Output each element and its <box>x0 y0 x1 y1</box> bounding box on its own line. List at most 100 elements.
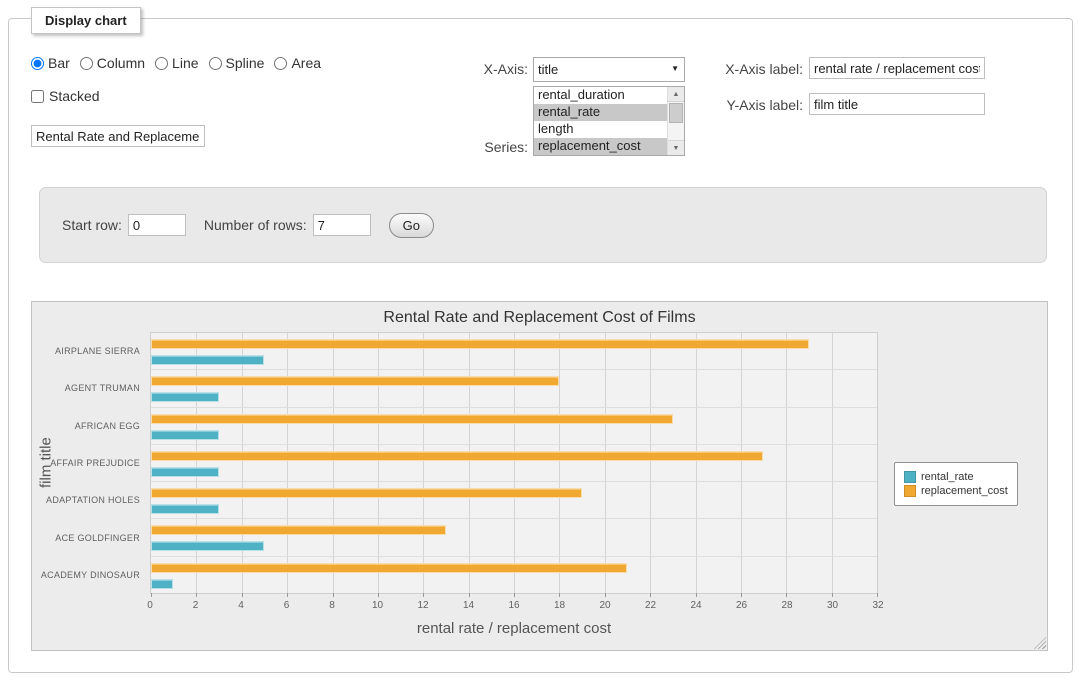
x-tick-mark <box>786 593 787 597</box>
x-tick-label: 10 <box>372 600 383 611</box>
x-tick-mark <box>423 593 424 597</box>
stacked-checkbox[interactable] <box>31 90 44 103</box>
row-range-panel: Start row: Number of rows: Go <box>39 187 1047 263</box>
bar-rental_rate[interactable] <box>151 355 264 365</box>
x-tick-label: 24 <box>690 600 701 611</box>
legend-label: rental_rate <box>921 471 974 483</box>
series-listbox[interactable]: rental_durationrental_ratelengthreplacem… <box>533 86 685 156</box>
panel-legend: Display chart <box>31 7 141 34</box>
stacked-label: Stacked <box>49 88 100 104</box>
chart-type-bar[interactable]: Bar <box>31 55 70 71</box>
chart-type-options: Bar Column Line Spline Area <box>31 55 331 71</box>
yaxis-label-input[interactable] <box>809 93 985 115</box>
legend-item-replacement_cost[interactable]: replacement_cost <box>904 485 1008 497</box>
x-tick-mark <box>832 593 833 597</box>
bar-groups <box>151 333 877 593</box>
chart-type-spline-radio[interactable] <box>209 57 222 70</box>
x-tick-label: 28 <box>781 600 792 611</box>
category-label: AGENT TRUMAN <box>56 369 148 406</box>
chart-type-bar-label: Bar <box>48 55 70 71</box>
x-tick-mark <box>650 593 651 597</box>
x-tick-mark <box>696 593 697 597</box>
chart-type-area-label: Area <box>291 55 321 71</box>
x-tick-mark <box>741 593 742 597</box>
x-tick-label: 16 <box>508 600 519 611</box>
xaxis-title: rental rate / replacement cost <box>150 620 878 637</box>
x-tick-label: 22 <box>645 600 656 611</box>
bar-rental_rate[interactable] <box>151 392 219 402</box>
x-tick-mark <box>559 593 560 597</box>
bar-rental_rate[interactable] <box>151 467 219 477</box>
go-button[interactable]: Go <box>389 213 434 238</box>
series-option-length[interactable]: length <box>534 121 667 138</box>
xaxis-select[interactable]: title <box>533 57 685 82</box>
bar-replacement_cost[interactable] <box>151 414 673 424</box>
x-tick-label: 6 <box>284 600 290 611</box>
chart-type-line-label: Line <box>172 55 198 71</box>
x-tick-mark <box>469 593 470 597</box>
series-option-replacement_cost[interactable]: replacement_cost <box>534 138 667 155</box>
x-tick-mark <box>378 593 379 597</box>
bar-replacement_cost[interactable] <box>151 488 582 498</box>
chart-type-area-radio[interactable] <box>274 57 287 70</box>
x-tick-label: 2 <box>193 600 199 611</box>
x-tick-mark <box>605 593 606 597</box>
x-tick-label: 0 <box>147 600 153 611</box>
bar-replacement_cost[interactable] <box>151 563 627 573</box>
bar-rental_rate[interactable] <box>151 579 173 589</box>
num-rows-label: Number of rows: <box>204 217 307 233</box>
x-tick-mark <box>514 593 515 597</box>
chart-type-spline[interactable]: Spline <box>209 55 265 71</box>
chart-title: Rental Rate and Replacement Cost of Film… <box>32 309 1047 327</box>
bar-replacement_cost[interactable] <box>151 451 763 461</box>
stacked-option[interactable]: Stacked <box>31 88 100 104</box>
num-rows-input[interactable] <box>313 214 371 236</box>
series-option-rental_duration[interactable]: rental_duration <box>534 87 667 104</box>
chart-title-input[interactable] <box>31 125 205 147</box>
scroll-down-icon[interactable]: ▼ <box>668 140 684 155</box>
x-tick-label: 4 <box>238 600 244 611</box>
x-tick-mark <box>333 593 334 597</box>
category-label: ACADEMY DINOSAUR <box>56 557 148 594</box>
xaxis-label-input[interactable] <box>809 57 985 79</box>
chart-type-line-radio[interactable] <box>155 57 168 70</box>
legend-item-rental_rate[interactable]: rental_rate <box>904 471 1008 483</box>
display-chart-panel: Display chart Bar Column Line Spline Are… <box>8 18 1073 673</box>
x-tick-label: 8 <box>329 600 335 611</box>
x-tick-label: 18 <box>554 600 565 611</box>
chart-type-bar-radio[interactable] <box>31 57 44 70</box>
start-row-label: Start row: <box>62 217 122 233</box>
bar-rental_rate[interactable] <box>151 541 264 551</box>
bar-replacement_cost[interactable] <box>151 376 559 386</box>
legend-swatch <box>904 485 916 497</box>
x-tick-label: 20 <box>599 600 610 611</box>
bar-replacement_cost[interactable] <box>151 525 446 535</box>
chart-type-area[interactable]: Area <box>274 55 321 71</box>
x-tick-label: 14 <box>463 600 474 611</box>
xaxis-select-label: X-Axis: <box>446 61 528 77</box>
chart-type-column[interactable]: Column <box>80 55 145 71</box>
plot-area <box>150 332 878 594</box>
chart-panel: Rental Rate and Replacement Cost of Film… <box>31 301 1048 651</box>
resize-handle-icon[interactable] <box>1034 637 1046 649</box>
xaxis-select-wrap: title ▼ <box>533 57 685 82</box>
bar-group <box>151 408 877 445</box>
bar-replacement_cost[interactable] <box>151 339 809 349</box>
series-label: Series: <box>446 139 528 155</box>
x-tick-label: 12 <box>417 600 428 611</box>
legend-swatch <box>904 471 916 483</box>
x-tick-mark <box>196 593 197 597</box>
start-row-input[interactable] <box>128 214 186 236</box>
series-options: rental_durationrental_ratelengthreplacem… <box>534 87 667 155</box>
chart-type-line[interactable]: Line <box>155 55 198 71</box>
bar-group <box>151 519 877 556</box>
bar-group <box>151 557 877 593</box>
series-option-rental_rate[interactable]: rental_rate <box>534 104 667 121</box>
bar-group <box>151 333 877 370</box>
xaxis-label-label: X-Axis label: <box>669 61 803 77</box>
chart-type-column-radio[interactable] <box>80 57 93 70</box>
bar-rental_rate[interactable] <box>151 504 219 514</box>
category-label: AFRICAN EGG <box>56 407 148 444</box>
bar-rental_rate[interactable] <box>151 430 219 440</box>
chart-type-column-label: Column <box>97 55 145 71</box>
